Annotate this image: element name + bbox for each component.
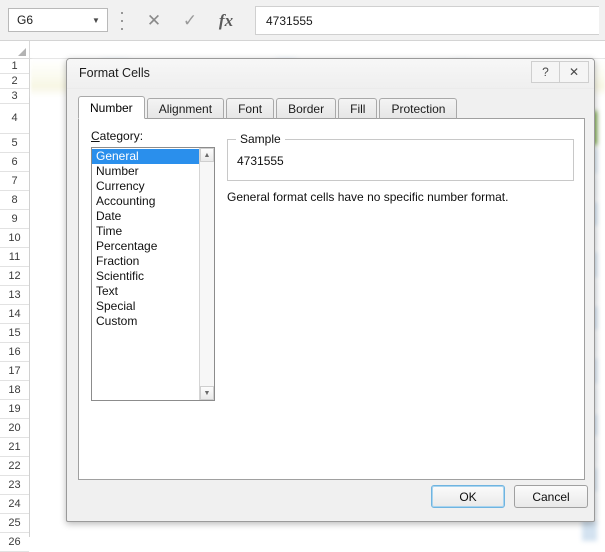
category-label-rest: ategory: bbox=[99, 129, 144, 143]
list-item[interactable]: Time bbox=[92, 224, 199, 239]
format-cells-dialog[interactable]: Format Cells ? ✕ Number Alignment Font B… bbox=[66, 58, 595, 522]
tab-font[interactable]: Font bbox=[226, 98, 275, 119]
insert-function-icon[interactable]: fx bbox=[208, 12, 244, 29]
row-header-8[interactable]: 8 bbox=[0, 191, 29, 210]
tab-alignment[interactable]: Alignment bbox=[146, 98, 225, 119]
sample-legend: Sample bbox=[236, 132, 285, 146]
help-icon[interactable]: ? bbox=[531, 61, 560, 83]
list-item[interactable]: Number bbox=[92, 164, 199, 179]
list-item[interactable]: Accounting bbox=[92, 194, 199, 209]
list-item[interactable]: Custom bbox=[92, 314, 199, 329]
row-header-17[interactable]: 17 bbox=[0, 362, 29, 381]
formula-bar: G6 ▼ ✕ ✓ fx 4731555 bbox=[0, 0, 605, 41]
category-label: Category: bbox=[91, 129, 144, 143]
row-header-19[interactable]: 19 bbox=[0, 400, 29, 419]
formula-bar-grip-icon[interactable] bbox=[118, 12, 126, 30]
row-header-6[interactable]: 6 bbox=[0, 153, 29, 172]
cancel-formula-icon[interactable]: ✕ bbox=[136, 12, 172, 29]
row-header-20[interactable]: 20 bbox=[0, 419, 29, 438]
sample-group-box: Sample 4731555 bbox=[227, 132, 574, 181]
row-header-11[interactable]: 11 bbox=[0, 248, 29, 267]
list-item[interactable]: Special bbox=[92, 299, 199, 314]
dialog-footer: OK Cancel bbox=[67, 479, 594, 521]
row-header-10[interactable]: 10 bbox=[0, 229, 29, 248]
row-header-22[interactable]: 22 bbox=[0, 457, 29, 476]
select-all-corner-button[interactable] bbox=[0, 41, 30, 58]
row-header-12[interactable]: 12 bbox=[0, 267, 29, 286]
row-header-2[interactable]: 2 bbox=[0, 74, 29, 89]
row-header-5[interactable]: 5 bbox=[0, 134, 29, 153]
dialog-title: Format Cells bbox=[79, 66, 150, 80]
row-header-25[interactable]: 25 bbox=[0, 514, 29, 533]
row-header-16[interactable]: 16 bbox=[0, 343, 29, 362]
list-item[interactable]: Date bbox=[92, 209, 199, 224]
row-header-15[interactable]: 15 bbox=[0, 324, 29, 343]
sample-value: 4731555 bbox=[237, 154, 284, 168]
scroll-up-icon[interactable]: ▲ bbox=[200, 148, 214, 162]
format-description: General format cells have no specific nu… bbox=[227, 190, 509, 204]
row-header-7[interactable]: 7 bbox=[0, 172, 29, 191]
tab-border[interactable]: Border bbox=[276, 98, 337, 119]
enter-formula-icon[interactable]: ✓ bbox=[172, 12, 208, 29]
dialog-tab-strip: Number Alignment Font Border Fill Protec… bbox=[78, 96, 585, 119]
formula-input[interactable]: 4731555 bbox=[255, 6, 599, 35]
column-header-strip bbox=[0, 41, 605, 59]
dialog-title-bar[interactable]: Format Cells ? ✕ bbox=[67, 59, 594, 89]
list-item[interactable]: Fraction bbox=[92, 254, 199, 269]
row-header-18[interactable]: 18 bbox=[0, 381, 29, 400]
category-listbox-scrollbar[interactable]: ▲ ▼ bbox=[199, 148, 214, 400]
row-header-23[interactable]: 23 bbox=[0, 476, 29, 495]
scroll-down-icon[interactable]: ▼ bbox=[200, 386, 214, 400]
row-header-9[interactable]: 9 bbox=[0, 210, 29, 229]
list-item[interactable]: General bbox=[92, 149, 199, 164]
row-header-21[interactable]: 21 bbox=[0, 438, 29, 457]
formula-bar-buttons: ✕ ✓ fx bbox=[136, 6, 246, 34]
dialog-window-buttons: ? ✕ bbox=[531, 61, 589, 83]
list-item[interactable]: Percentage bbox=[92, 239, 199, 254]
name-box[interactable]: G6 ▼ bbox=[8, 8, 108, 32]
list-item[interactable]: Currency bbox=[92, 179, 199, 194]
tab-protection[interactable]: Protection bbox=[379, 98, 458, 119]
name-box-value: G6 bbox=[17, 13, 34, 27]
row-header-1[interactable]: 1 bbox=[0, 59, 29, 74]
row-header-13[interactable]: 13 bbox=[0, 286, 29, 305]
row-header-4[interactable]: 4 bbox=[0, 104, 29, 134]
tab-number[interactable]: Number bbox=[78, 96, 145, 119]
tab-fill[interactable]: Fill bbox=[338, 98, 378, 119]
list-item[interactable]: Text bbox=[92, 284, 199, 299]
row-header-14[interactable]: 14 bbox=[0, 305, 29, 324]
category-listbox-items: General Number Currency Accounting Date … bbox=[92, 148, 199, 400]
number-tab-panel: Category: General Number Currency Accoun… bbox=[78, 118, 585, 480]
row-header-3[interactable]: 3 bbox=[0, 89, 29, 104]
scrollbar-track[interactable] bbox=[200, 162, 214, 386]
close-icon[interactable]: ✕ bbox=[560, 61, 589, 83]
chevron-down-icon[interactable]: ▼ bbox=[89, 16, 107, 25]
cancel-button[interactable]: Cancel bbox=[514, 485, 588, 508]
list-item[interactable]: Scientific bbox=[92, 269, 199, 284]
row-header-26[interactable]: 26 bbox=[0, 533, 29, 552]
row-header-24[interactable]: 24 bbox=[0, 495, 29, 514]
row-header-gutter: 1 2 3 4 5 6 7 8 9 10 11 12 13 14 15 16 17 18 19 20 21 22 23 24 2… bbox=[0, 59, 30, 552]
category-listbox[interactable]: General Number Currency Accounting Date … bbox=[91, 147, 215, 401]
ok-button[interactable]: OK bbox=[431, 485, 505, 508]
